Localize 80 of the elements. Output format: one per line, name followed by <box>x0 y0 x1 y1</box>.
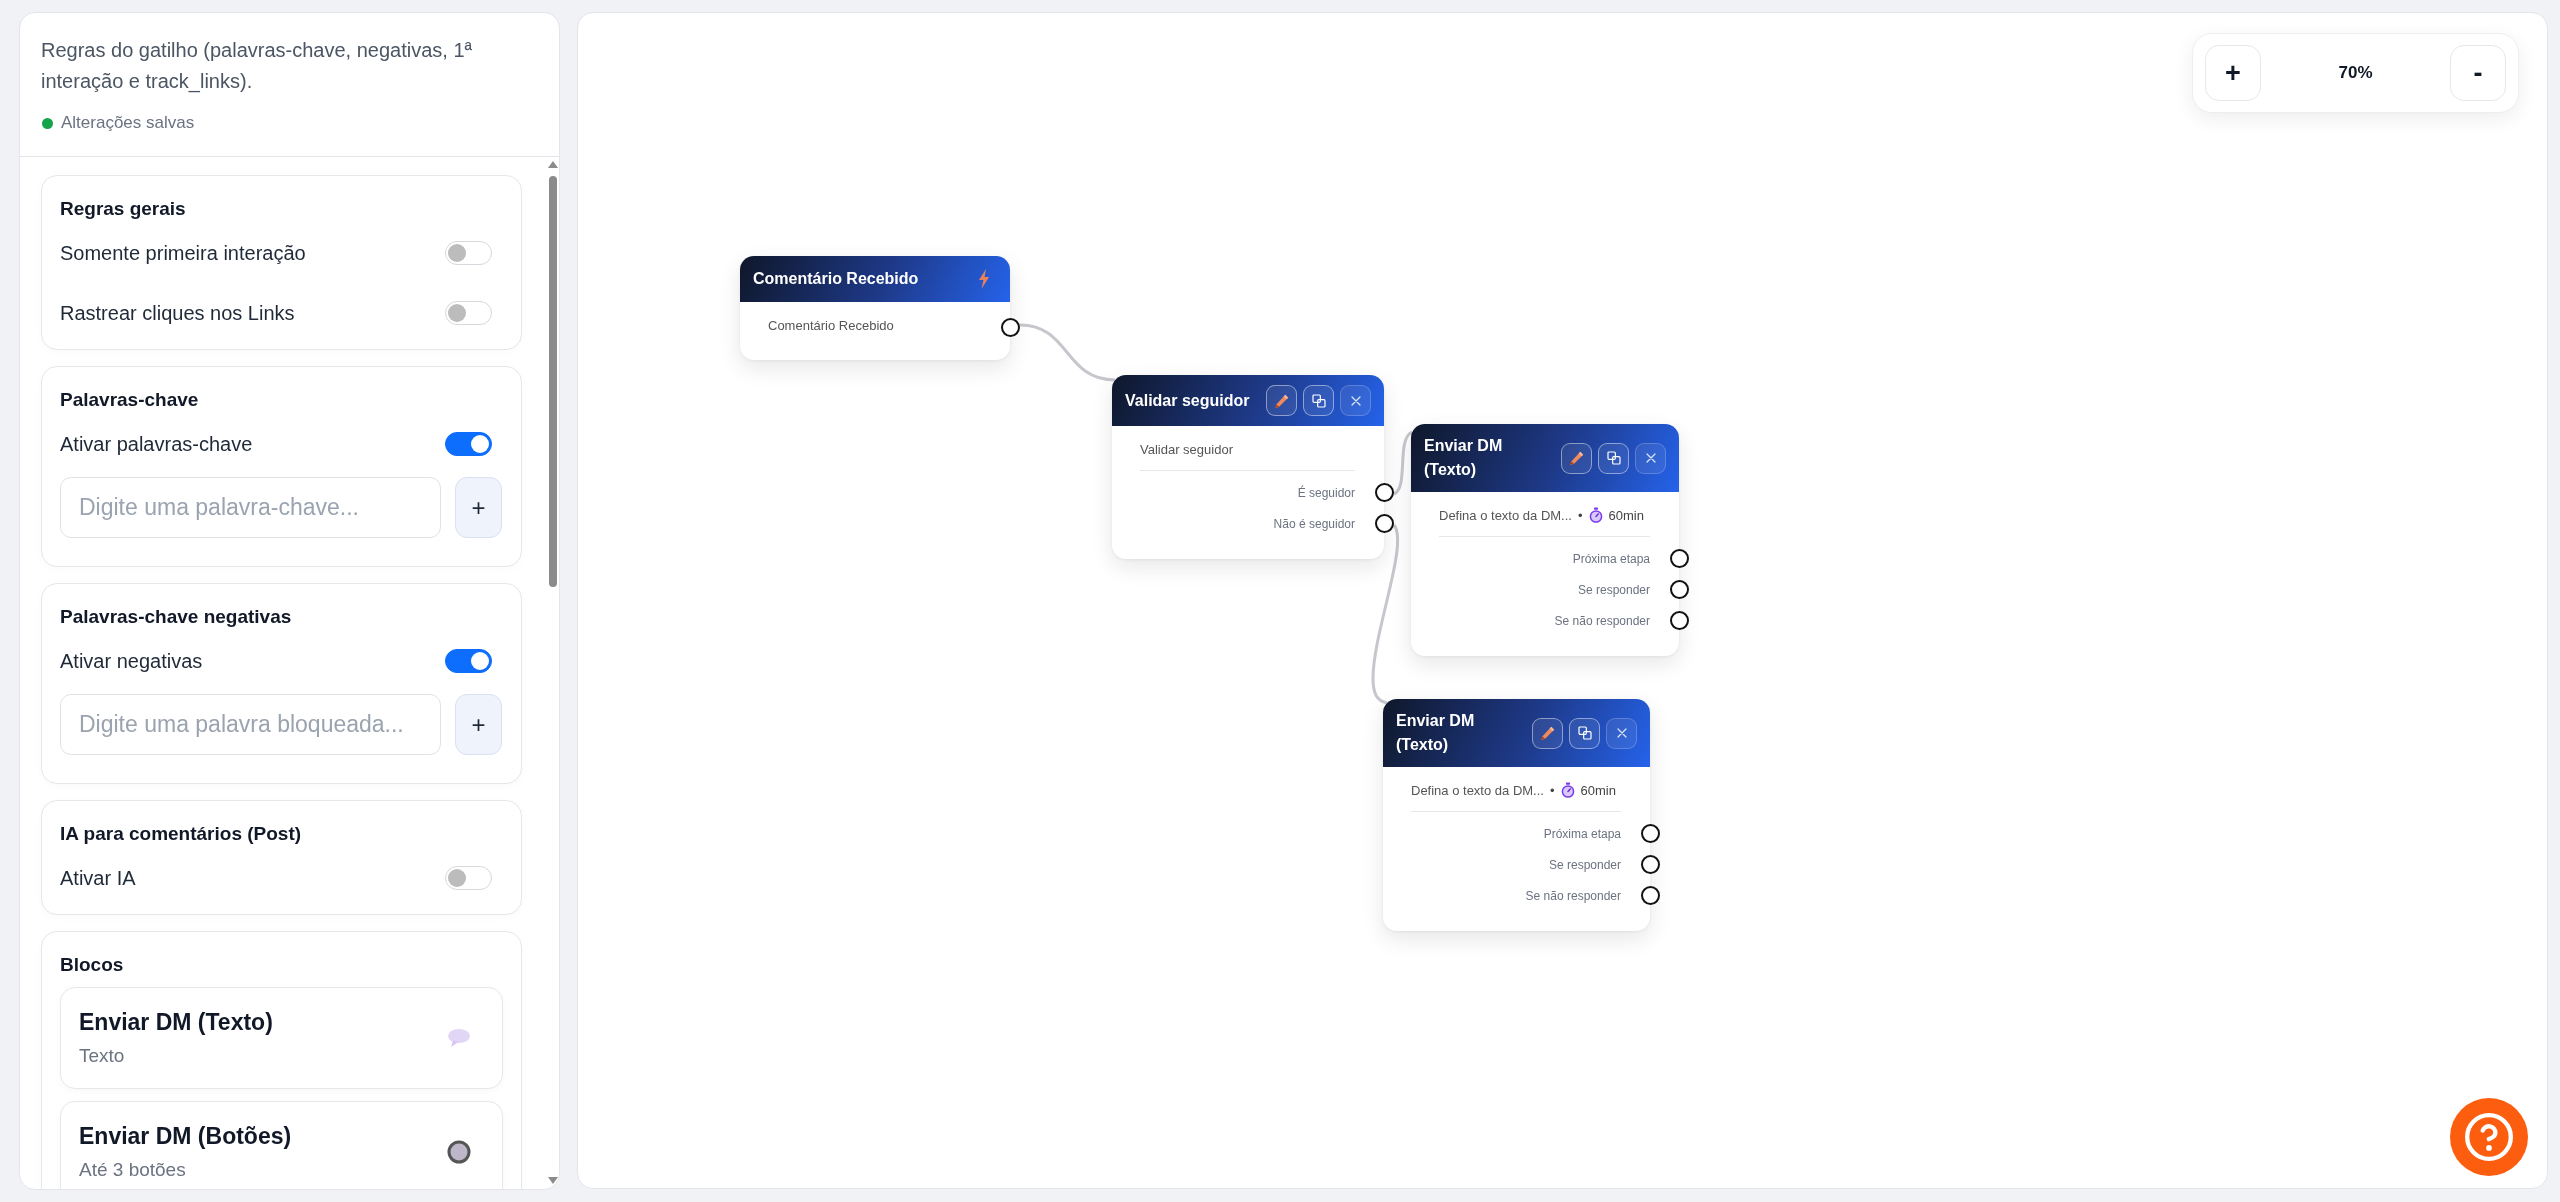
output-port[interactable] <box>1670 611 1689 630</box>
add-keyword-button[interactable]: + <box>455 477 502 538</box>
node-title: Validar seguidor <box>1125 390 1251 411</box>
node-title: Enviar DM (Texto) <box>1396 711 1476 755</box>
keyword-input[interactable]: Digite uma palavra-chave... <box>60 477 441 538</box>
output-port[interactable] <box>1375 483 1394 502</box>
zoom-in-button[interactable]: + <box>2205 45 2261 101</box>
section-title: Palavras-chave negativas <box>60 605 293 629</box>
output-port[interactable] <box>1641 824 1660 843</box>
node-title: Enviar DM (Texto) <box>1424 436 1504 480</box>
edit-button[interactable] <box>1532 717 1563 749</box>
keyword-input[interactable]: Digite uma palavra bloqueada... <box>60 694 441 755</box>
node-summary: Validar seguidor <box>1140 441 1233 457</box>
output-port[interactable] <box>1001 317 1020 337</box>
block-card[interactable]: Enviar DM (Botões) Até 3 botões <box>60 1101 503 1189</box>
toggle-switch[interactable] <box>445 649 492 673</box>
output-port[interactable] <box>1375 514 1394 533</box>
delete-button[interactable] <box>1606 717 1637 749</box>
node-summary: Defina o texto da DM... <box>1411 782 1544 798</box>
duplicate-button[interactable] <box>1569 717 1600 749</box>
trigger-description: Regras do gatilho (palavras-chave, negativas, 1ª interação e track_links). <box>41 38 473 95</box>
toggle-label: Ativar IA <box>60 866 136 890</box>
stopwatch-icon <box>1560 782 1575 798</box>
section-title: IA para comentários (Post) <box>60 822 303 846</box>
output-port[interactable] <box>1670 580 1689 599</box>
help-icon <box>2465 1113 2513 1161</box>
add-keyword-button[interactable]: + <box>455 694 502 755</box>
block-subtitle: Texto <box>79 1044 125 1068</box>
section-title: Regras gerais <box>60 197 187 221</box>
output-port[interactable] <box>1670 549 1689 568</box>
section-title: Palavras-chave <box>60 388 200 412</box>
toggle-switch[interactable] <box>445 432 492 456</box>
node-summary: Defina o texto da DM... <box>1439 507 1572 523</box>
toggle-label: Rastrear cliques nos Links <box>60 301 295 325</box>
lightning-icon <box>978 269 990 289</box>
toggle-label: Ativar palavras-chave <box>60 432 253 456</box>
copy-icon <box>1605 450 1622 466</box>
pencil-icon <box>1273 392 1290 409</box>
output-label: Próxima etapa <box>1572 551 1650 566</box>
delay-label: 60min <box>1608 507 1644 523</box>
block-subtitle: Até 3 botões <box>79 1158 186 1182</box>
section-title: Blocos <box>60 953 125 977</box>
output-label: Próxima etapa <box>1543 826 1621 841</box>
output-label: Se responder <box>1548 857 1621 872</box>
zoom-out-button[interactable]: - <box>2450 45 2506 101</box>
save-status: Alterações salvas <box>61 113 195 133</box>
pencil-icon <box>1568 450 1585 466</box>
stopwatch-icon <box>1588 507 1603 523</box>
bullet-separator: • <box>1577 507 1583 523</box>
output-label: Se não responder <box>1525 888 1621 903</box>
bullet-separator: • <box>1549 782 1555 798</box>
output-label: Não é seguidor <box>1273 516 1355 531</box>
node-summary: Comentário Recebido <box>768 317 894 333</box>
edit-button[interactable] <box>1561 442 1592 474</box>
toggle-label: Somente primeira interação <box>60 241 306 265</box>
speech-bubble-icon <box>447 1028 471 1048</box>
block-title: Enviar DM (Texto) <box>79 1008 273 1036</box>
delay-label: 60min <box>1580 782 1616 798</box>
duplicate-button[interactable] <box>1598 442 1629 474</box>
delete-button[interactable] <box>1340 385 1371 416</box>
duplicate-button[interactable] <box>1303 385 1334 416</box>
output-label: Se responder <box>1577 582 1650 597</box>
edit-button[interactable] <box>1266 385 1297 416</box>
pencil-icon <box>1539 725 1556 741</box>
scrollbar-thumb[interactable] <box>548 176 557 587</box>
output-label: É seguidor <box>1297 485 1355 500</box>
copy-icon <box>1576 725 1593 741</box>
output-label: Se não responder <box>1554 613 1650 628</box>
scroll-up-icon[interactable] <box>547 161 558 168</box>
scroll-down-icon[interactable] <box>547 1177 558 1184</box>
toggle-label: Ativar negativas <box>60 649 203 673</box>
block-card[interactable]: Enviar DM (Texto) Texto <box>60 987 503 1089</box>
copy-icon <box>1310 392 1327 409</box>
radio-button-icon <box>447 1140 471 1164</box>
zoom-level: 70% <box>2338 63 2373 83</box>
output-port[interactable] <box>1641 886 1660 905</box>
output-port[interactable] <box>1641 855 1660 874</box>
block-title: Enviar DM (Botões) <box>79 1122 292 1150</box>
node-title: Comentário Recebido <box>753 269 920 289</box>
delete-button[interactable] <box>1635 442 1666 474</box>
